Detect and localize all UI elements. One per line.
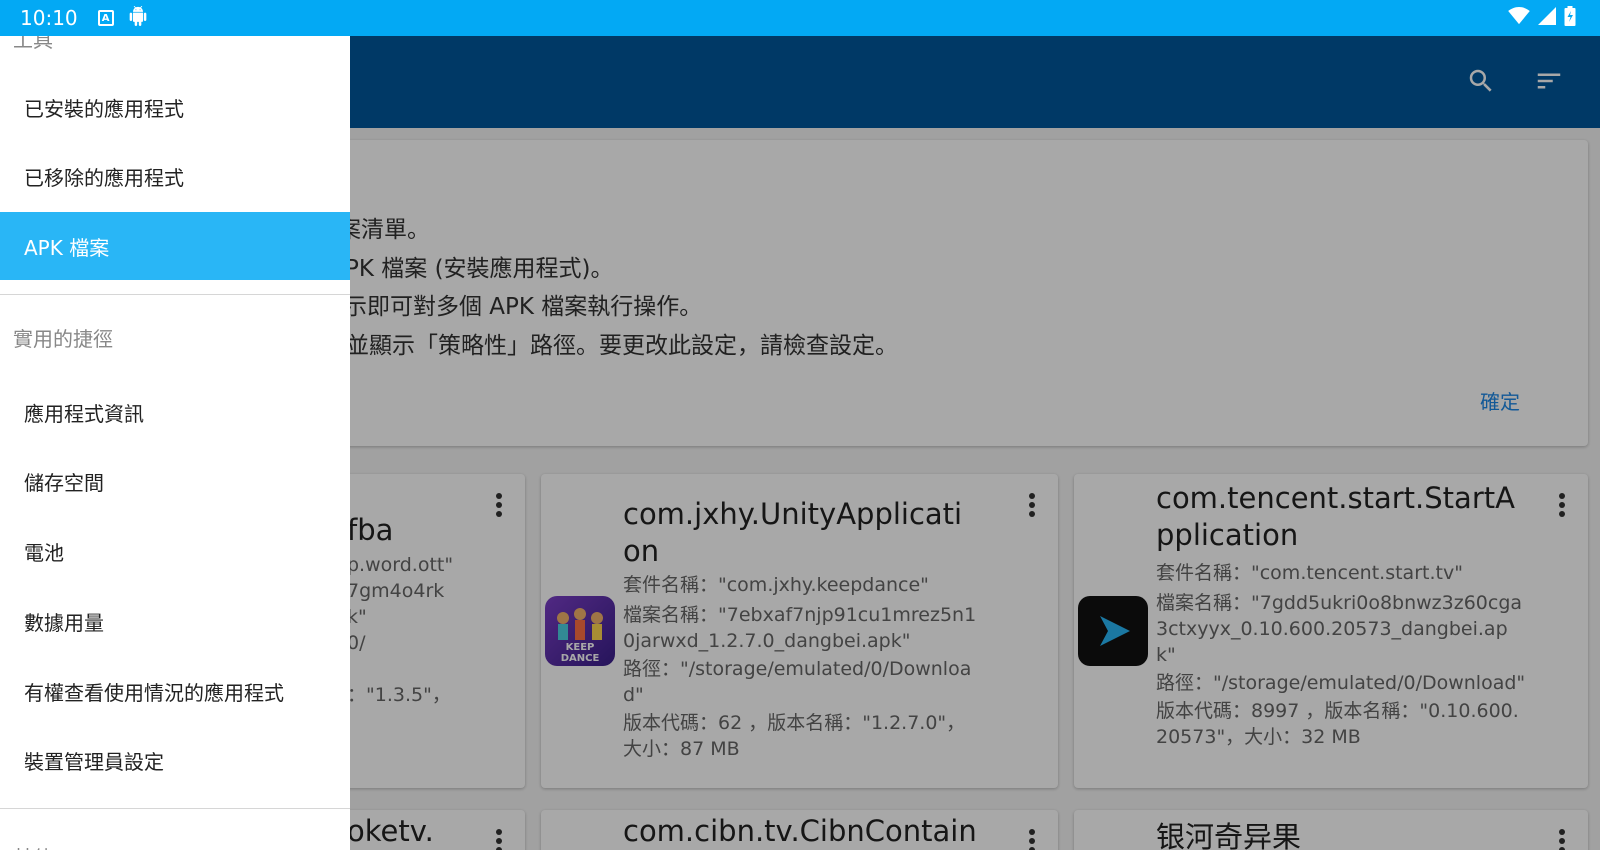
drawer-item-installed-apps[interactable]: 已安裝的應用程式 — [0, 73, 350, 141]
drawer-divider — [0, 294, 350, 295]
navigation-drawer: 工具 已安裝的應用程式 已移除的應用程式 APK 檔案 實用的捷徑 應用程式資訊… — [0, 36, 350, 850]
status-bar: 10:10 A — [0, 0, 1600, 36]
status-time: 10:10 — [20, 6, 78, 30]
drawer-section-tools: 工具 — [13, 36, 53, 52]
drawer-item-app-info[interactable]: 應用程式資訊 — [0, 378, 350, 446]
drawer-item-storage[interactable]: 儲存空間 — [0, 447, 350, 515]
wifi-icon — [1508, 7, 1530, 29]
signal-icon — [1538, 7, 1556, 29]
notification-a-icon: A — [97, 10, 114, 26]
android-icon — [128, 6, 148, 30]
drawer-divider — [0, 808, 350, 809]
drawer-item-battery[interactable]: 電池 — [0, 517, 350, 585]
drawer-item-data-usage[interactable]: 數據用量 — [0, 587, 350, 655]
drawer-item-apk-files[interactable]: APK 檔案 — [0, 212, 350, 280]
battery-icon — [1564, 6, 1576, 30]
drawer-item-usage-access[interactable]: 有權查看使用情況的應用程式 — [0, 657, 350, 725]
drawer-item-removed-apps[interactable]: 已移除的應用程式 — [0, 142, 350, 210]
drawer-item-device-admin[interactable]: 裝置管理員設定 — [0, 726, 350, 794]
drawer-section-other: 其他 — [13, 842, 53, 850]
drawer-section-shortcuts: 實用的捷徑 — [13, 327, 113, 351]
status-icons — [1508, 6, 1576, 30]
